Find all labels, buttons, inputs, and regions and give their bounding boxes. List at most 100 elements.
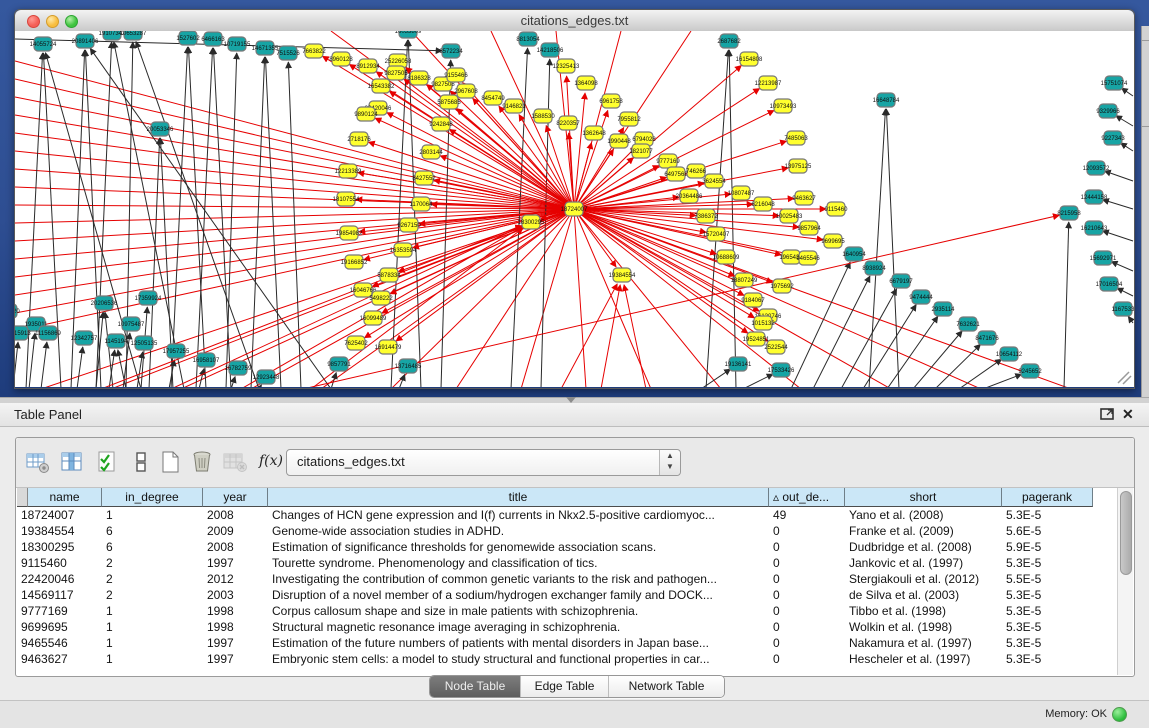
network-node[interactable]: 9267150 xyxy=(397,218,421,232)
network-node[interactable]: 12342757 xyxy=(71,331,98,345)
cell-title[interactable]: Tourette syndrome. Phenomenology and cla… xyxy=(268,555,769,571)
column-header-year[interactable]: year xyxy=(203,488,268,507)
cell-year[interactable]: 1997 xyxy=(203,651,268,667)
table-row[interactable]: 1456911722003Disruption of a novel membe… xyxy=(17,587,1093,603)
network-node[interactable]: 5498222 xyxy=(369,291,393,305)
network-node[interactable]: 1364098 xyxy=(574,76,598,90)
select-all-columns-icon[interactable] xyxy=(96,450,120,474)
cell-out_de[interactable]: 0 xyxy=(769,523,845,539)
network-node[interactable]: 7515526 xyxy=(276,46,300,60)
cell-year[interactable]: 2012 xyxy=(203,571,268,587)
cell-name[interactable]: 9463627 xyxy=(17,651,102,667)
network-node[interactable]: 6961758 xyxy=(599,94,623,108)
network-node[interactable]: 6497568 xyxy=(664,167,688,181)
network-node[interactable]: 8471676 xyxy=(975,331,999,345)
network-node[interactable]: 6216048 xyxy=(751,197,775,211)
delete-column-icon[interactable] xyxy=(190,450,214,474)
cell-title[interactable]: Changes of HCN gene expression and I(f) … xyxy=(268,507,769,523)
tab-edge-table[interactable]: Edge Table xyxy=(520,676,608,697)
column-header-short[interactable]: short xyxy=(845,488,1002,507)
scrollbar-thumb[interactable] xyxy=(1120,491,1132,575)
network-node[interactable]: 2718176 xyxy=(347,132,371,146)
cell-title[interactable]: Investigating the contribution of common… xyxy=(268,571,769,587)
network-node[interactable]: 7386372 xyxy=(694,209,718,223)
network-node[interactable]: 9155466 xyxy=(444,68,468,82)
network-node[interactable]: 14218506 xyxy=(537,43,564,57)
network-node[interactable]: 1167533 xyxy=(1112,302,1134,316)
cell-title[interactable]: Structural magnetic resonance image aver… xyxy=(268,619,769,635)
cell-title[interactable]: Estimation of significance thresholds fo… xyxy=(268,539,769,555)
network-node[interactable]: 9146821 xyxy=(502,99,526,113)
network-node[interactable]: 8938924 xyxy=(862,261,886,275)
cell-out_de[interactable]: 0 xyxy=(769,587,845,603)
cell-year[interactable]: 2008 xyxy=(203,507,268,523)
cell-short[interactable]: Tibbo et al. (1998) xyxy=(845,603,1002,619)
cell-title[interactable]: Disruption of a novel member of a sodium… xyxy=(268,587,769,603)
cell-pagerank[interactable]: 5.3E-5 xyxy=(1002,619,1093,635)
table-row[interactable]: 911546021997Tourette syndrome. Phenomeno… xyxy=(17,555,1093,571)
network-node[interactable]: 9115460 xyxy=(825,202,849,216)
cell-short[interactable]: Wolkin et al. (1998) xyxy=(845,619,1002,635)
cell-name[interactable]: 18724007 xyxy=(17,507,102,523)
network-node[interactable]: 17359924 xyxy=(135,291,162,305)
cell-year[interactable]: 1997 xyxy=(203,635,268,651)
network-node[interactable]: 10719155 xyxy=(224,37,251,51)
cell-short[interactable]: Dudbridge et al. (2008) xyxy=(845,539,1002,555)
cell-in_degree[interactable]: 1 xyxy=(102,619,203,635)
cell-year[interactable]: 1998 xyxy=(203,603,268,619)
network-node[interactable]: 8220357 xyxy=(556,116,580,130)
network-node[interactable]: 8813054 xyxy=(516,32,540,46)
cell-out_de[interactable]: 0 xyxy=(769,571,845,587)
cell-short[interactable]: Stergiakouli et al. (2012) xyxy=(845,571,1002,587)
network-node[interactable]: 1145194 xyxy=(105,334,129,348)
network-node[interactable]: 20364486 xyxy=(676,189,703,203)
network-node[interactable]: 19136141 xyxy=(725,357,752,371)
table-row[interactable]: 969969511998Structural magnetic resonanc… xyxy=(17,619,1093,635)
table-vertical-scrollbar[interactable] xyxy=(1117,488,1133,675)
close-panel-icon[interactable]: ✕ xyxy=(1122,407,1134,421)
cell-year[interactable]: 1998 xyxy=(203,619,268,635)
column-header-in_degree[interactable]: in_degree xyxy=(102,488,203,507)
network-node[interactable]: 15692971 xyxy=(1090,251,1117,265)
show-columns-icon[interactable] xyxy=(60,450,84,474)
network-node[interactable]: 15751074 xyxy=(1101,76,1128,90)
cell-title[interactable]: Embryonic stem cells: a model to study s… xyxy=(268,651,769,667)
float-panel-icon[interactable] xyxy=(1100,407,1115,425)
network-node[interactable]: 8912934 xyxy=(356,59,380,73)
network-node[interactable]: 7485063 xyxy=(784,131,808,145)
network-node[interactable]: 9827505 xyxy=(384,66,408,80)
network-node[interactable]: 1588530 xyxy=(531,109,555,123)
combo-stepper-icon[interactable]: ▲▼ xyxy=(659,450,680,475)
network-node[interactable]: 1640954 xyxy=(842,247,866,261)
network-node[interactable]: 746266 xyxy=(686,164,707,178)
network-node[interactable]: 8215958 xyxy=(1057,206,1081,220)
network-node[interactable]: 10975487 xyxy=(118,317,145,331)
cell-out_de[interactable]: 0 xyxy=(769,539,845,555)
cell-in_degree[interactable]: 2 xyxy=(102,587,203,603)
network-node[interactable]: 10654112 xyxy=(996,347,1023,361)
network-node[interactable]: 5878334 xyxy=(377,268,401,282)
network-node[interactable]: 9857791 xyxy=(327,357,351,371)
table-settings-icon[interactable] xyxy=(26,450,50,474)
cell-year[interactable]: 2008 xyxy=(203,539,268,555)
network-node[interactable]: 1975692 xyxy=(770,279,794,293)
network-node[interactable]: 1990448 xyxy=(607,134,631,148)
network-node[interactable]: 12505135 xyxy=(131,336,158,350)
cell-pagerank[interactable]: 5.3E-5 xyxy=(1002,651,1093,667)
cell-title[interactable]: Corpus callosum shape and size in male p… xyxy=(268,603,769,619)
cell-short[interactable]: Hescheler et al. (1997) xyxy=(845,651,1002,667)
network-node[interactable]: 1170064 xyxy=(410,197,434,211)
row-options-icon[interactable] xyxy=(130,450,154,474)
cell-name[interactable]: 9115460 xyxy=(17,555,102,571)
network-node[interactable]: 7955812 xyxy=(617,112,641,126)
cell-out_de[interactable]: 0 xyxy=(769,603,845,619)
network-node[interactable]: 2935114 xyxy=(932,302,956,316)
cell-year[interactable]: 1997 xyxy=(203,555,268,571)
network-node[interactable]: 19524851 xyxy=(743,332,770,346)
table-row[interactable]: 1938455462009Genome-wide association stu… xyxy=(17,523,1093,539)
tab-network-table[interactable]: Network Table xyxy=(608,676,724,697)
network-node[interactable]: 1527602 xyxy=(176,31,200,45)
network-node[interactable]: 18107554 xyxy=(333,192,360,206)
table-row[interactable]: 946362711997Embryonic stem cells: a mode… xyxy=(17,651,1093,667)
cell-in_degree[interactable]: 2 xyxy=(102,571,203,587)
